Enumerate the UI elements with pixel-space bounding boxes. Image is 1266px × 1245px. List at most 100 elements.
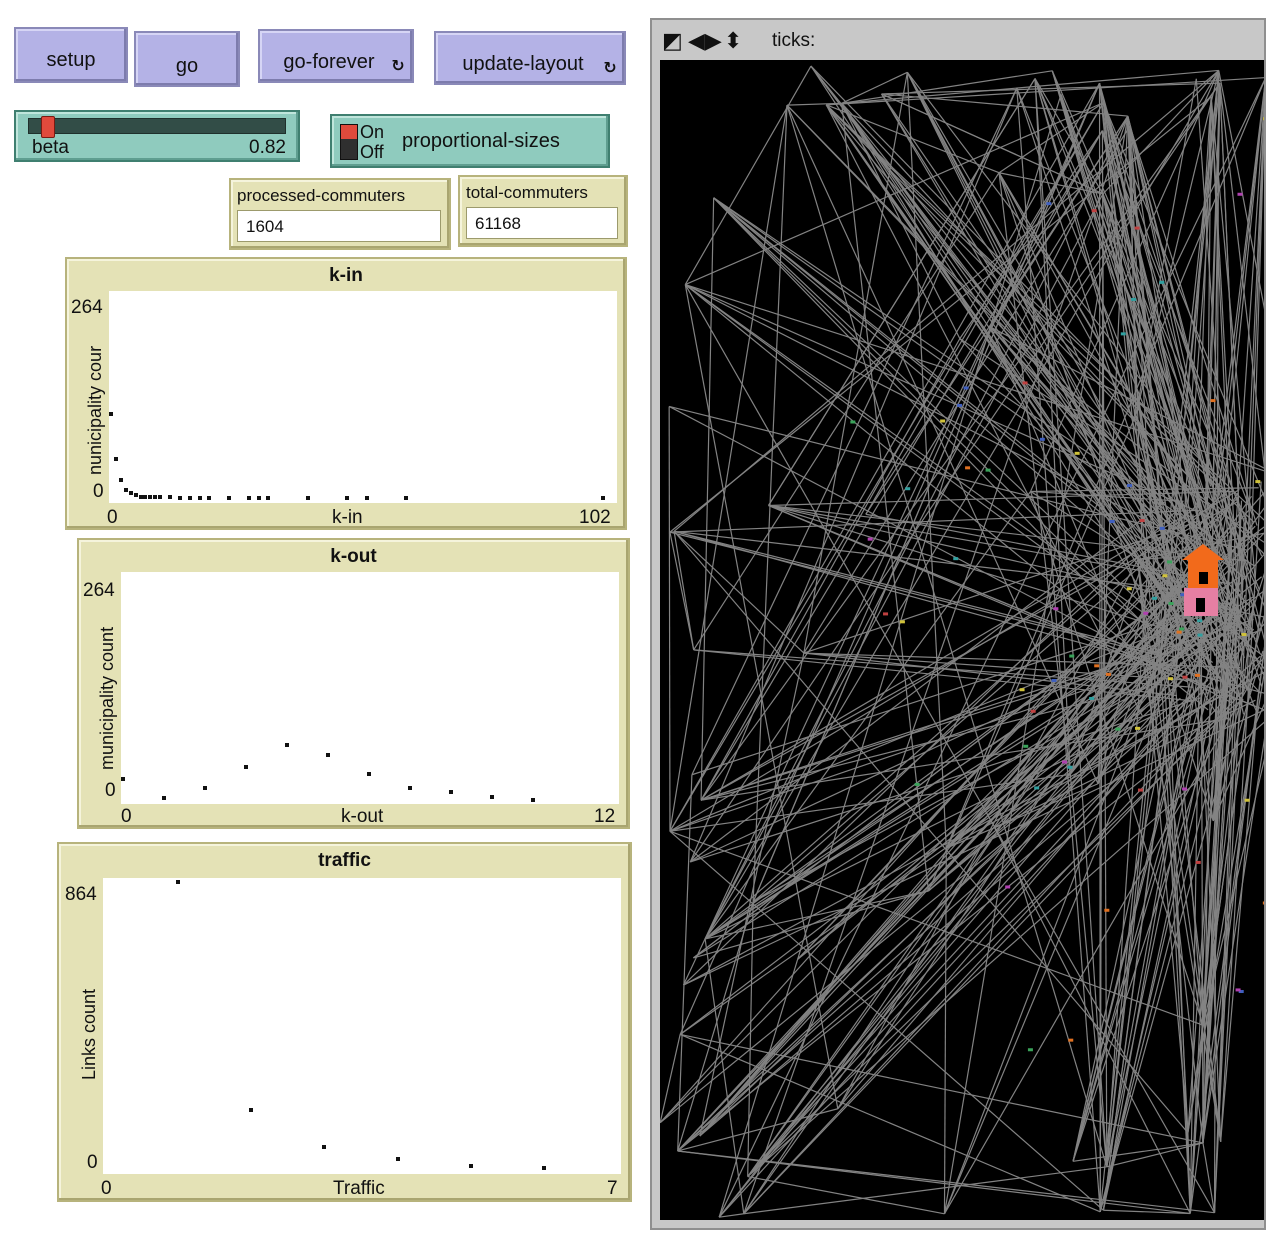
x-axis-label: Traffic: [333, 1178, 385, 1199]
house-icon-bottom: [1184, 588, 1218, 616]
data-point: [541, 1166, 546, 1171]
setup-button[interactable]: setup: [14, 27, 128, 83]
x-max-label: 102: [579, 507, 611, 528]
data-point: [158, 495, 163, 500]
vertical-arrows-icon[interactable]: ⬍: [724, 30, 742, 52]
link-lines: [660, 65, 1264, 1218]
go-forever-button[interactable]: go-forever ↻: [258, 29, 414, 83]
slider-label: beta: [32, 137, 69, 158]
plot-area: [103, 878, 621, 1174]
data-point: [197, 496, 202, 501]
x-axis-label: k-out: [341, 806, 384, 827]
y-max-label: 864: [65, 884, 97, 905]
data-point: [249, 1108, 254, 1112]
setup-button-label: setup: [46, 49, 96, 71]
data-point: [246, 496, 251, 501]
horizontal-arrows-icon[interactable]: ◀▶: [688, 30, 722, 52]
resize-icon[interactable]: ◩: [662, 30, 683, 52]
switch-name: proportional-sizes: [402, 130, 560, 152]
x-max-label: 12: [594, 806, 616, 827]
monitor-label: processed-commuters: [237, 186, 406, 205]
data-point: [367, 771, 371, 776]
data-point: [121, 776, 125, 781]
k-out-plot: k-out 264 0 0 k-out 12 municipality coun…: [77, 538, 630, 829]
traffic-plot: traffic 864 0 0 Traffic 7 Links count: [57, 842, 632, 1202]
data-point: [187, 496, 192, 501]
plot-title: traffic: [318, 850, 371, 871]
network-graph: [660, 65, 1264, 1218]
y-min-label: 0: [93, 481, 104, 502]
x-min-label: 0: [107, 507, 118, 528]
data-point: [408, 786, 412, 791]
y-axis-label: municipality count: [97, 626, 117, 770]
switch-toggle[interactable]: [340, 124, 358, 160]
data-point: [256, 496, 261, 501]
go-button-label: go: [175, 55, 199, 77]
slider-handle[interactable]: [40, 116, 55, 138]
go-button[interactable]: go: [134, 31, 240, 87]
y-max-label: 264: [83, 580, 115, 601]
monitor-value: 61168: [466, 207, 618, 239]
x-max-label: 7: [607, 1178, 618, 1199]
y-axis-label: nunicipality cour: [85, 345, 105, 475]
data-point: [266, 496, 271, 501]
data-point: [449, 789, 453, 794]
plot-title: k-in: [329, 265, 363, 286]
data-point: [227, 496, 232, 501]
data-point: [305, 496, 310, 501]
data-point: [244, 764, 248, 769]
x-min-label: 0: [101, 1178, 112, 1199]
switch-off-label: Off: [360, 142, 384, 162]
data-point: [176, 880, 181, 884]
beta-slider[interactable]: beta 0.82: [14, 110, 300, 162]
data-point: [123, 487, 128, 492]
data-point: [364, 496, 369, 501]
data-point: [128, 490, 133, 495]
slider-value: 0.82: [249, 137, 286, 158]
data-point: [143, 494, 148, 499]
data-point: [133, 493, 138, 498]
data-point: [490, 794, 494, 799]
k-in-plot: k-in 264 0 0 k-in 102 nunicipality cour: [65, 257, 627, 530]
plot-title: k-out: [330, 546, 377, 567]
data-point: [395, 1157, 400, 1162]
data-point: [168, 495, 173, 500]
data-point: [326, 753, 330, 758]
data-point: [468, 1164, 473, 1168]
monitor-label: total-commuters: [466, 183, 588, 202]
data-point: [162, 796, 166, 801]
data-point: [118, 478, 123, 483]
data-point: [113, 456, 118, 461]
data-point: [404, 496, 409, 501]
view-canvas[interactable]: [660, 60, 1264, 1220]
data-point: [345, 496, 350, 501]
y-min-label: 0: [87, 1152, 98, 1173]
ticks-label: ticks:: [772, 30, 816, 51]
data-point: [285, 742, 289, 747]
update-layout-button[interactable]: update-layout ↻: [434, 31, 626, 85]
total-commuters-monitor: total-commuters 61168: [458, 175, 628, 247]
proportional-sizes-switch[interactable]: On Off proportional-sizes: [330, 114, 610, 168]
processed-commuters-monitor: processed-commuters 1604: [229, 178, 451, 250]
switch-knob: [341, 125, 357, 139]
go-forever-button-label: go-forever: [283, 51, 375, 73]
data-point: [109, 412, 113, 416]
y-axis-label: Links count: [79, 988, 99, 1080]
view-toolbar: ◩ ◀▶ ⬍ ticks:: [652, 20, 1264, 60]
data-point: [203, 786, 207, 791]
y-max-label: 264: [71, 297, 103, 318]
data-point: [322, 1144, 327, 1149]
plot-area: [121, 572, 619, 804]
data-point: [601, 496, 606, 501]
world-view: ◩ ◀▶ ⬍ ticks:: [650, 18, 1266, 1230]
slider-track[interactable]: [28, 118, 286, 134]
update-layout-button-label: update-layout: [462, 53, 584, 75]
data-point: [138, 494, 143, 499]
data-point: [177, 496, 182, 501]
house-icon-top: [1182, 544, 1224, 591]
data-point: [531, 798, 535, 802]
data-point: [153, 495, 158, 500]
y-min-label: 0: [105, 780, 116, 801]
plot-area: [109, 291, 617, 503]
forever-icon: ↻: [391, 58, 405, 75]
